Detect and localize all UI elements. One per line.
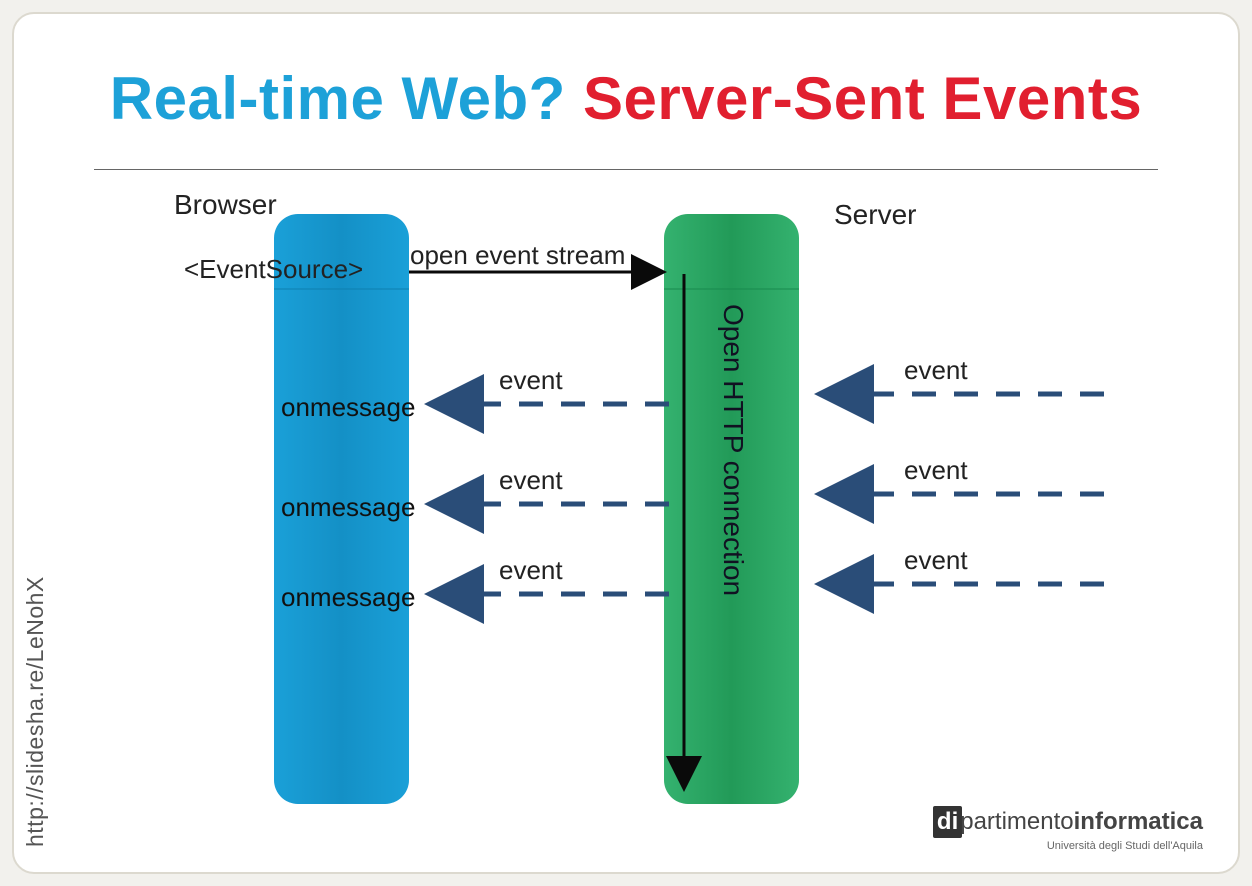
- sse-diagram: Browser <EventSource> Server open event …: [74, 184, 1224, 824]
- external-event-2-label: event: [904, 455, 968, 485]
- external-event-2: event: [819, 455, 1104, 494]
- external-event-3: event: [819, 545, 1104, 584]
- title-divider: [94, 169, 1158, 170]
- external-event-1-label: event: [904, 355, 968, 385]
- onmessage-3-label: onmessage: [281, 582, 415, 612]
- logo-bold: informatica: [1074, 808, 1203, 835]
- server-label: Server: [834, 199, 916, 230]
- logo-prefix: di: [933, 806, 962, 838]
- browser-label: Browser: [174, 189, 277, 220]
- logo-subtitle: Università degli Studi dell'Aquila: [933, 840, 1203, 852]
- sse-event-2-label: event: [499, 465, 563, 495]
- slide-frame: Real-time Web? Server-Sent Events: [12, 12, 1240, 874]
- sse-event-1-label: event: [499, 365, 563, 395]
- open-stream-label: open event stream: [410, 240, 625, 270]
- side-short-url: http://slidesha.re/LeNohX: [22, 576, 49, 847]
- sse-event-3-label: event: [499, 555, 563, 585]
- external-event-3-label: event: [904, 545, 968, 575]
- onmessage-1-label: onmessage: [281, 392, 415, 422]
- logo-mid: partimento: [960, 808, 1073, 835]
- onmessage-2-label: onmessage: [281, 492, 415, 522]
- external-event-1: event: [819, 355, 1104, 394]
- title-part1: Real-time Web?: [110, 65, 583, 132]
- slide-title: Real-time Web? Server-Sent Events: [14, 64, 1238, 133]
- open-http-label: Open HTTP connection: [718, 304, 749, 596]
- footer-logo: dipartimentoinformatica Università degli…: [933, 806, 1203, 852]
- event-source-label: <EventSource>: [184, 254, 363, 284]
- title-part2: Server-Sent Events: [583, 65, 1142, 132]
